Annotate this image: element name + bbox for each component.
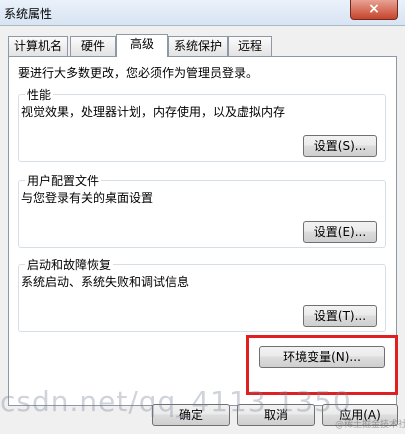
performance-settings-button[interactable]: 设置(S)... [303,135,377,157]
tab-advanced[interactable]: 高级 [116,34,168,57]
user-profiles-desc: 与您登录有关的桌面设置 [21,191,154,205]
user-profiles-settings-button[interactable]: 设置(E)... [303,221,377,243]
close-icon: × [368,1,380,17]
user-profiles-group: 用户配置文件 与您登录有关的桌面设置 设置(E)... [18,172,386,248]
title-bar: 系统属性 × [0,0,405,26]
tab-hardware[interactable]: 硬件 [70,36,116,56]
window-title: 系统属性 [4,7,53,21]
highlight-box [246,335,398,395]
tab-remote[interactable]: 远程 [228,36,272,56]
ok-button[interactable]: 确定 [152,404,230,426]
cancel-button[interactable]: 取消 [237,404,315,426]
performance-desc: 视觉效果，处理器计划，内存使用，以及虚拟内存 [21,105,286,119]
performance-title: 性能 [25,86,54,103]
startup-recovery-title: 启动和故障恢复 [25,256,114,273]
startup-recovery-settings-button[interactable]: 设置(T)... [303,305,377,327]
startup-recovery-desc: 系统启动、系统失败和调试信息 [21,275,190,289]
tab-computer-name[interactable]: 计算机名 [8,36,68,56]
performance-group: 性能 视觉效果，处理器计划，内存使用，以及虚拟内存 设置(S)... [18,86,386,162]
close-button[interactable]: × [350,0,398,20]
tab-system-protection[interactable]: 系统保护 [168,36,228,56]
startup-recovery-group: 启动和故障恢复 系统启动、系统失败和调试信息 设置(T)... [18,256,386,332]
watermark-small: @稀土掘金技术社区 [335,420,405,430]
user-profiles-title: 用户配置文件 [25,172,102,189]
admin-note: 要进行大多数更改，您必须作为管理员登录。 [18,66,259,80]
